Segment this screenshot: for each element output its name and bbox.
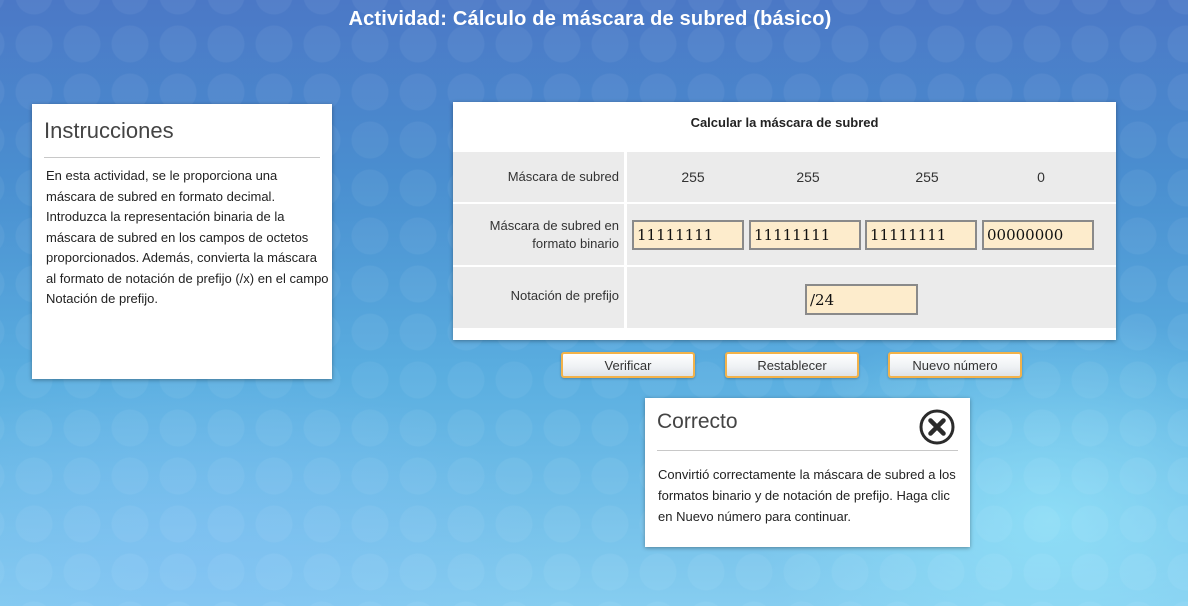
binary-octet-2-input[interactable] [749,220,861,250]
binary-octet-1-input[interactable] [632,220,744,250]
binary-octet-3-input[interactable] [865,220,977,250]
row-separator [624,267,627,328]
close-circle-icon[interactable] [919,409,955,445]
instructions-divider [44,157,320,158]
instructions-panel: Instrucciones En esta actividad, se le p… [32,104,332,379]
prefix-label: Notación de prefijo [510,288,619,303]
subnet-mask-calculator: Calcular la máscara de subred Máscara de… [453,102,1116,340]
row-separator [624,204,627,265]
decimal-octet-3: 255 [915,169,939,185]
binary-mask-row: Máscara de subred en formato binario [453,204,1116,265]
verify-button[interactable]: Verificar [561,352,695,378]
decimal-octet-2: 255 [796,169,820,185]
decimal-octet-1: 255 [681,169,705,185]
calculator-title: Calcular la máscara de subred [690,115,879,130]
binary-mask-label: Máscara de subred en formato binario [489,217,619,251]
row-separator [624,152,627,202]
decimal-mask-label: Máscara de subred [507,169,619,184]
new-number-button[interactable]: Nuevo número [888,352,1022,378]
page-title: Actividad: Cálculo de máscara de subred … [348,8,832,30]
prefix-notation-input[interactable] [805,284,918,315]
decimal-octet-4: 0 [1037,169,1045,185]
instructions-text: En esta actividad, se le proporciona una… [46,168,329,306]
feedback-panel: Correcto Convirtió correctamente la másc… [645,398,970,547]
instructions-heading: Instrucciones [44,118,174,143]
decimal-mask-row: Máscara de subred 255 255 255 0 [453,152,1116,202]
feedback-message: Convirtió correctamente la máscara de su… [658,467,956,524]
feedback-divider [657,450,958,451]
reset-button[interactable]: Restablecer [725,352,859,378]
binary-octet-4-input[interactable] [982,220,1094,250]
prefix-row: Notación de prefijo [453,267,1116,328]
feedback-heading: Correcto [657,410,738,433]
